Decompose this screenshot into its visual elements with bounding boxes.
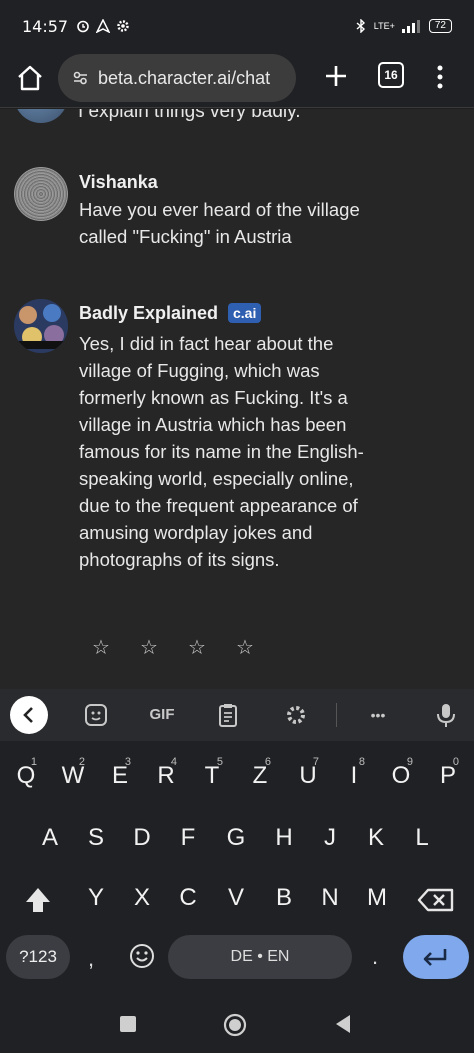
key-s[interactable]: S — [82, 824, 110, 852]
keyboard-back-button[interactable] — [10, 696, 48, 734]
enter-key[interactable] — [403, 935, 469, 979]
back-nav-icon[interactable] — [332, 1012, 354, 1036]
rating-star-2[interactable]: ☆ — [140, 635, 158, 660]
key-number: 7 — [312, 756, 319, 768]
key-v[interactable]: V — [222, 884, 250, 912]
key-d[interactable]: D — [128, 824, 156, 852]
enter-icon — [423, 949, 447, 966]
key-number: 1 — [30, 756, 37, 768]
home-nav-icon[interactable] — [222, 1012, 248, 1038]
key-z[interactable]: Z6 — [246, 756, 274, 790]
key-number: 4 — [170, 756, 177, 768]
avatar — [14, 109, 68, 123]
battery-indicator: 72 — [428, 19, 452, 33]
period-key[interactable]: . — [372, 944, 378, 970]
key-p[interactable]: P0 — [434, 756, 462, 790]
tab-switcher-button[interactable]: 16 — [378, 62, 404, 88]
browser-toolbar: beta.character.ai/chat 16 — [0, 52, 474, 108]
key-m[interactable]: M — [362, 884, 392, 912]
system-nav-bar — [0, 998, 474, 1053]
emoji-icon[interactable] — [128, 942, 156, 970]
key-number: 0 — [452, 756, 459, 768]
key-l[interactable]: L — [408, 824, 436, 852]
key-c[interactable]: C — [174, 884, 202, 912]
key-w[interactable]: W2 — [58, 756, 88, 790]
key-number: 5 — [216, 756, 223, 768]
key-j[interactable]: J — [316, 824, 344, 852]
key-g[interactable]: G — [222, 824, 250, 852]
key-r[interactable]: R4 — [152, 756, 180, 790]
network-type: LTE+ — [373, 21, 395, 31]
backspace-icon[interactable] — [414, 880, 458, 920]
address-bar[interactable]: beta.character.ai/chat — [58, 54, 296, 102]
bluetooth-icon — [356, 19, 365, 33]
url-text: beta.character.ai/chat — [98, 67, 271, 88]
chat-area: I explain things very badly. Vishanka Ha… — [0, 109, 474, 689]
toolbar-divider — [336, 703, 337, 727]
cai-badge: c.ai — [228, 303, 262, 323]
space-bar[interactable]: DE • EN — [168, 935, 352, 979]
microphone-icon[interactable] — [432, 701, 460, 729]
avatar — [14, 299, 68, 353]
comma-key[interactable]: , — [88, 946, 94, 972]
key-f[interactable]: F — [174, 824, 202, 852]
home-icon[interactable] — [14, 62, 46, 94]
more-options-icon[interactable] — [430, 62, 450, 92]
message-author: Badly Explained — [79, 303, 219, 323]
key-number: 8 — [358, 756, 365, 768]
sticker-icon[interactable] — [82, 701, 110, 729]
key-b[interactable]: B — [270, 884, 298, 912]
key-o[interactable]: O9 — [386, 756, 416, 790]
shift-icon[interactable] — [16, 880, 60, 920]
status-icons-left — [76, 19, 130, 33]
key-e[interactable]: E3 — [106, 756, 134, 790]
key-a[interactable]: A — [36, 824, 64, 852]
more-icon[interactable]: ••• — [362, 701, 394, 729]
key-y[interactable]: Y — [82, 884, 110, 912]
status-time: 14:57 — [22, 16, 69, 36]
key-number: 6 — [264, 756, 271, 768]
message-text: Yes, I did in fact hear about the villag… — [79, 333, 364, 570]
clipboard-icon[interactable] — [214, 701, 242, 729]
key-number: 9 — [406, 756, 413, 768]
status-bar: 14:57 LTE+ 72 — [0, 0, 474, 52]
message-text: I explain things very badly. — [78, 109, 301, 122]
key-number: 3 — [124, 756, 131, 768]
message-author: Vishanka — [79, 172, 158, 192]
rating-stars: ☆ ☆ ☆ ☆ — [92, 635, 254, 660]
status-icons-right: LTE+ 72 — [354, 19, 452, 33]
gif-button[interactable]: GIF — [142, 701, 182, 729]
navigation-icon — [96, 19, 111, 33]
key-h[interactable]: H — [270, 824, 298, 852]
keyboard-toolbar: GIF ••• — [0, 689, 474, 741]
key-number: 2 — [78, 756, 85, 768]
key-u[interactable]: U7 — [294, 756, 322, 790]
site-info-icon[interactable] — [72, 70, 88, 86]
gear-icon[interactable] — [282, 701, 310, 729]
avatar — [14, 167, 68, 221]
alarm-icon — [77, 20, 89, 33]
key-k[interactable]: K — [362, 824, 390, 852]
new-tab-icon[interactable] — [320, 60, 352, 92]
message-text: Have you ever heard of the village calle… — [79, 199, 360, 247]
signal-icon — [401, 20, 420, 33]
key-label: I — [350, 762, 358, 789]
key-i[interactable]: I8 — [340, 756, 368, 790]
symbols-key[interactable]: ?123 — [6, 935, 70, 979]
rating-star-1[interactable]: ☆ — [92, 635, 110, 660]
key-x[interactable]: X — [128, 884, 156, 912]
chevron-left-icon — [23, 707, 33, 723]
rating-star-4[interactable]: ☆ — [236, 635, 254, 660]
key-n[interactable]: N — [316, 884, 344, 912]
key-q[interactable]: Q1 — [12, 756, 40, 790]
settings-status-icon — [117, 20, 129, 32]
rating-star-3[interactable]: ☆ — [188, 635, 206, 660]
recent-apps-icon[interactable] — [118, 1014, 138, 1034]
key-t[interactable]: T5 — [198, 756, 226, 790]
